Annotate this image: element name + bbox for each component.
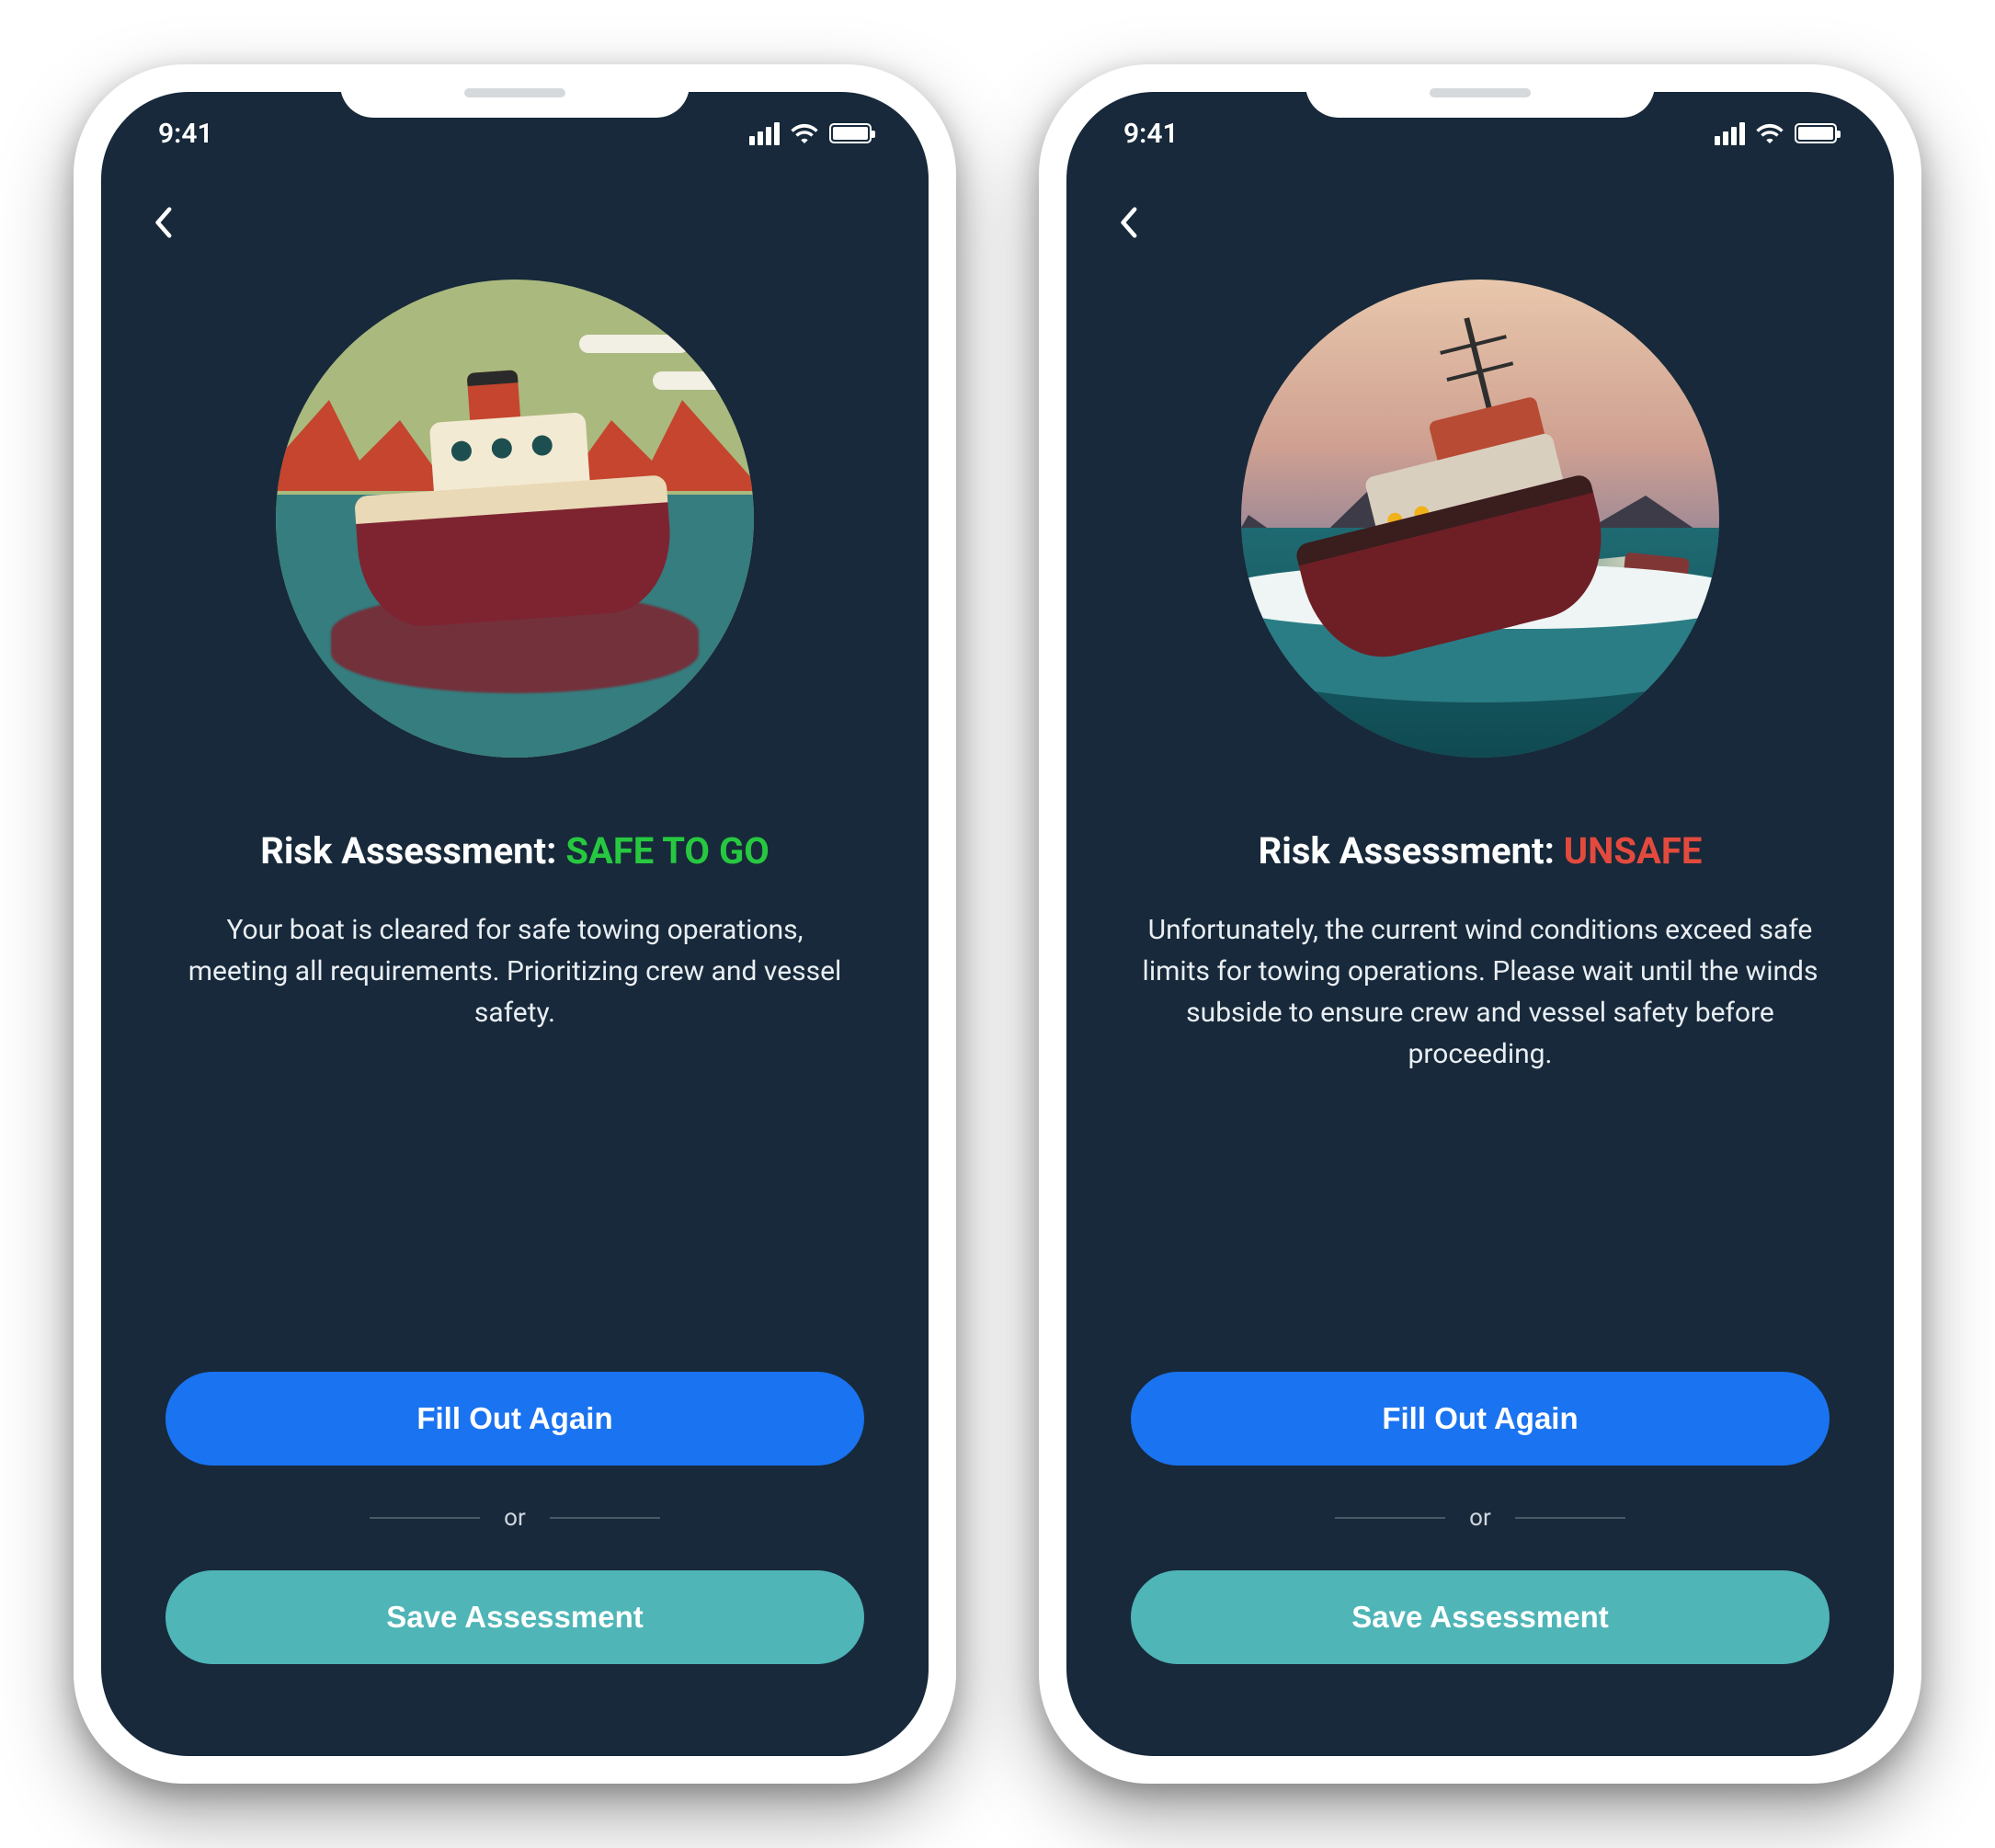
result-description: Unfortunately, the current wind conditio…	[1140, 909, 1820, 1075]
app-screen-unsafe: 9:41	[1066, 92, 1894, 1756]
chevron-left-icon	[1118, 206, 1138, 239]
battery-icon	[829, 123, 872, 143]
title-status: UNSAFE	[1564, 829, 1703, 873]
result-title: Risk Assessment: UNSAFE	[1259, 829, 1703, 873]
result-illustration-safe	[276, 279, 754, 758]
title-prefix: Risk Assessment:	[260, 829, 565, 873]
button-divider: or	[165, 1504, 864, 1532]
cellular-icon	[749, 122, 780, 145]
title-prefix: Risk Assessment:	[1259, 829, 1564, 873]
phone-frame-safe: 9:41	[74, 64, 956, 1784]
phone-frame-unsafe: 9:41	[1039, 64, 1921, 1784]
back-button[interactable]	[1108, 202, 1148, 243]
wifi-icon	[1756, 123, 1784, 143]
status-indicators	[1715, 122, 1837, 145]
app-screen-safe: 9:41	[101, 92, 929, 1756]
result-title: Risk Assessment: SAFE TO GO	[260, 829, 770, 873]
status-indicators	[749, 122, 872, 145]
button-divider: or	[1131, 1504, 1830, 1532]
result-description: Your boat is cleared for safe towing ope…	[175, 909, 855, 1033]
device-notch	[1305, 64, 1655, 118]
divider-label: or	[504, 1504, 526, 1532]
title-status: SAFE TO GO	[565, 829, 769, 873]
chevron-left-icon	[153, 206, 173, 239]
fill-out-again-button[interactable]: Fill Out Again	[1131, 1372, 1830, 1466]
save-assessment-button[interactable]: Save Assessment	[165, 1570, 864, 1664]
status-time: 9:41	[158, 118, 213, 150]
cellular-icon	[1715, 122, 1745, 145]
save-assessment-button[interactable]: Save Assessment	[1131, 1570, 1830, 1664]
result-illustration-unsafe	[1241, 279, 1719, 758]
device-notch	[340, 64, 690, 118]
battery-icon	[1795, 123, 1837, 143]
fill-out-again-button[interactable]: Fill Out Again	[165, 1372, 864, 1466]
back-button[interactable]	[142, 202, 183, 243]
divider-label: or	[1469, 1504, 1491, 1532]
wifi-icon	[791, 123, 818, 143]
status-time: 9:41	[1123, 118, 1179, 150]
